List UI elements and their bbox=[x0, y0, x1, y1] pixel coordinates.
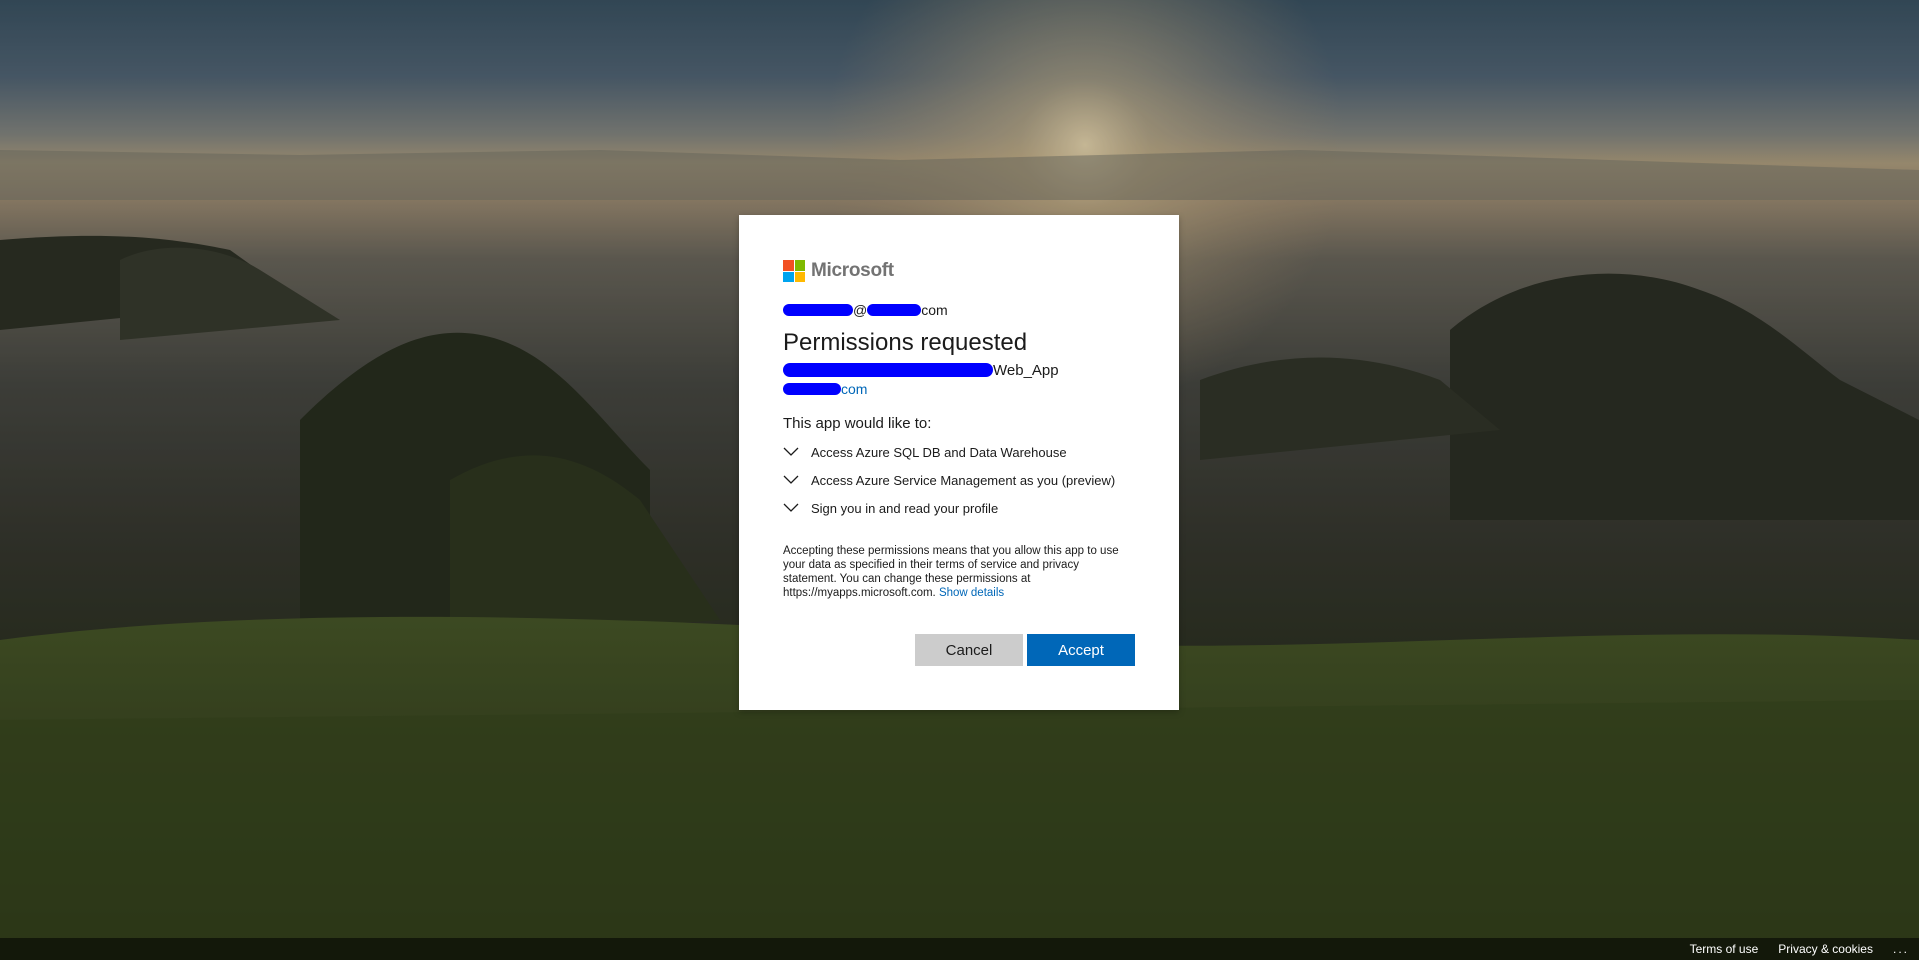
microsoft-logo-text: Microsoft bbox=[811, 260, 894, 281]
app-name: Web_App bbox=[783, 360, 1135, 380]
redacted-username bbox=[783, 304, 853, 316]
publisher-domain-suffix: com bbox=[841, 381, 868, 397]
permission-label: Access Azure SQL DB and Data Warehouse bbox=[811, 444, 1067, 460]
account-identifier: @ com bbox=[783, 300, 1135, 320]
redacted-publisher bbox=[783, 383, 841, 395]
permission-label: Sign you in and read your profile bbox=[811, 500, 999, 516]
page-footer: Terms of use Privacy & cookies ... bbox=[0, 938, 1919, 960]
privacy-cookies-link[interactable]: Privacy & cookies bbox=[1778, 942, 1873, 956]
permission-item[interactable]: Access Azure SQL DB and Data Warehouse bbox=[783, 438, 1135, 466]
consent-legal-text: Accepting these permissions means that y… bbox=[783, 544, 1135, 600]
permission-item[interactable]: Access Azure Service Management as you (… bbox=[783, 466, 1135, 494]
show-details-link[interactable]: Show details bbox=[939, 587, 1004, 599]
permissions-dialog: Microsoft @ com Permissions requested We… bbox=[739, 215, 1179, 710]
permission-label: Access Azure Service Management as you (… bbox=[811, 472, 1116, 488]
microsoft-logo-icon bbox=[783, 260, 805, 282]
chevron-down-icon bbox=[783, 472, 799, 488]
accept-button[interactable]: Accept bbox=[1027, 634, 1135, 666]
dialog-actions: Cancel Accept bbox=[915, 634, 1135, 666]
page-title: Permissions requested bbox=[783, 329, 1028, 356]
permission-item[interactable]: Sign you in and read your profile bbox=[783, 494, 1135, 522]
microsoft-logo: Microsoft bbox=[783, 259, 1135, 283]
app-publisher-domain[interactable]: com bbox=[783, 380, 1135, 398]
account-at-sign: @ bbox=[853, 302, 868, 318]
app-name-suffix: Web_App bbox=[993, 361, 1059, 379]
chevron-down-icon bbox=[783, 500, 799, 516]
more-options-button[interactable]: ... bbox=[1893, 942, 1909, 956]
cancel-button[interactable]: Cancel bbox=[915, 634, 1023, 666]
redacted-app-name bbox=[783, 363, 993, 377]
account-email-suffix: com bbox=[921, 302, 948, 318]
permissions-list: Access Azure SQL DB and Data Warehouse A… bbox=[783, 438, 1135, 522]
terms-of-use-link[interactable]: Terms of use bbox=[1690, 942, 1759, 956]
chevron-down-icon bbox=[783, 444, 799, 460]
permissions-intro: This app would like to: bbox=[783, 415, 932, 432]
redacted-domain bbox=[867, 304, 922, 316]
